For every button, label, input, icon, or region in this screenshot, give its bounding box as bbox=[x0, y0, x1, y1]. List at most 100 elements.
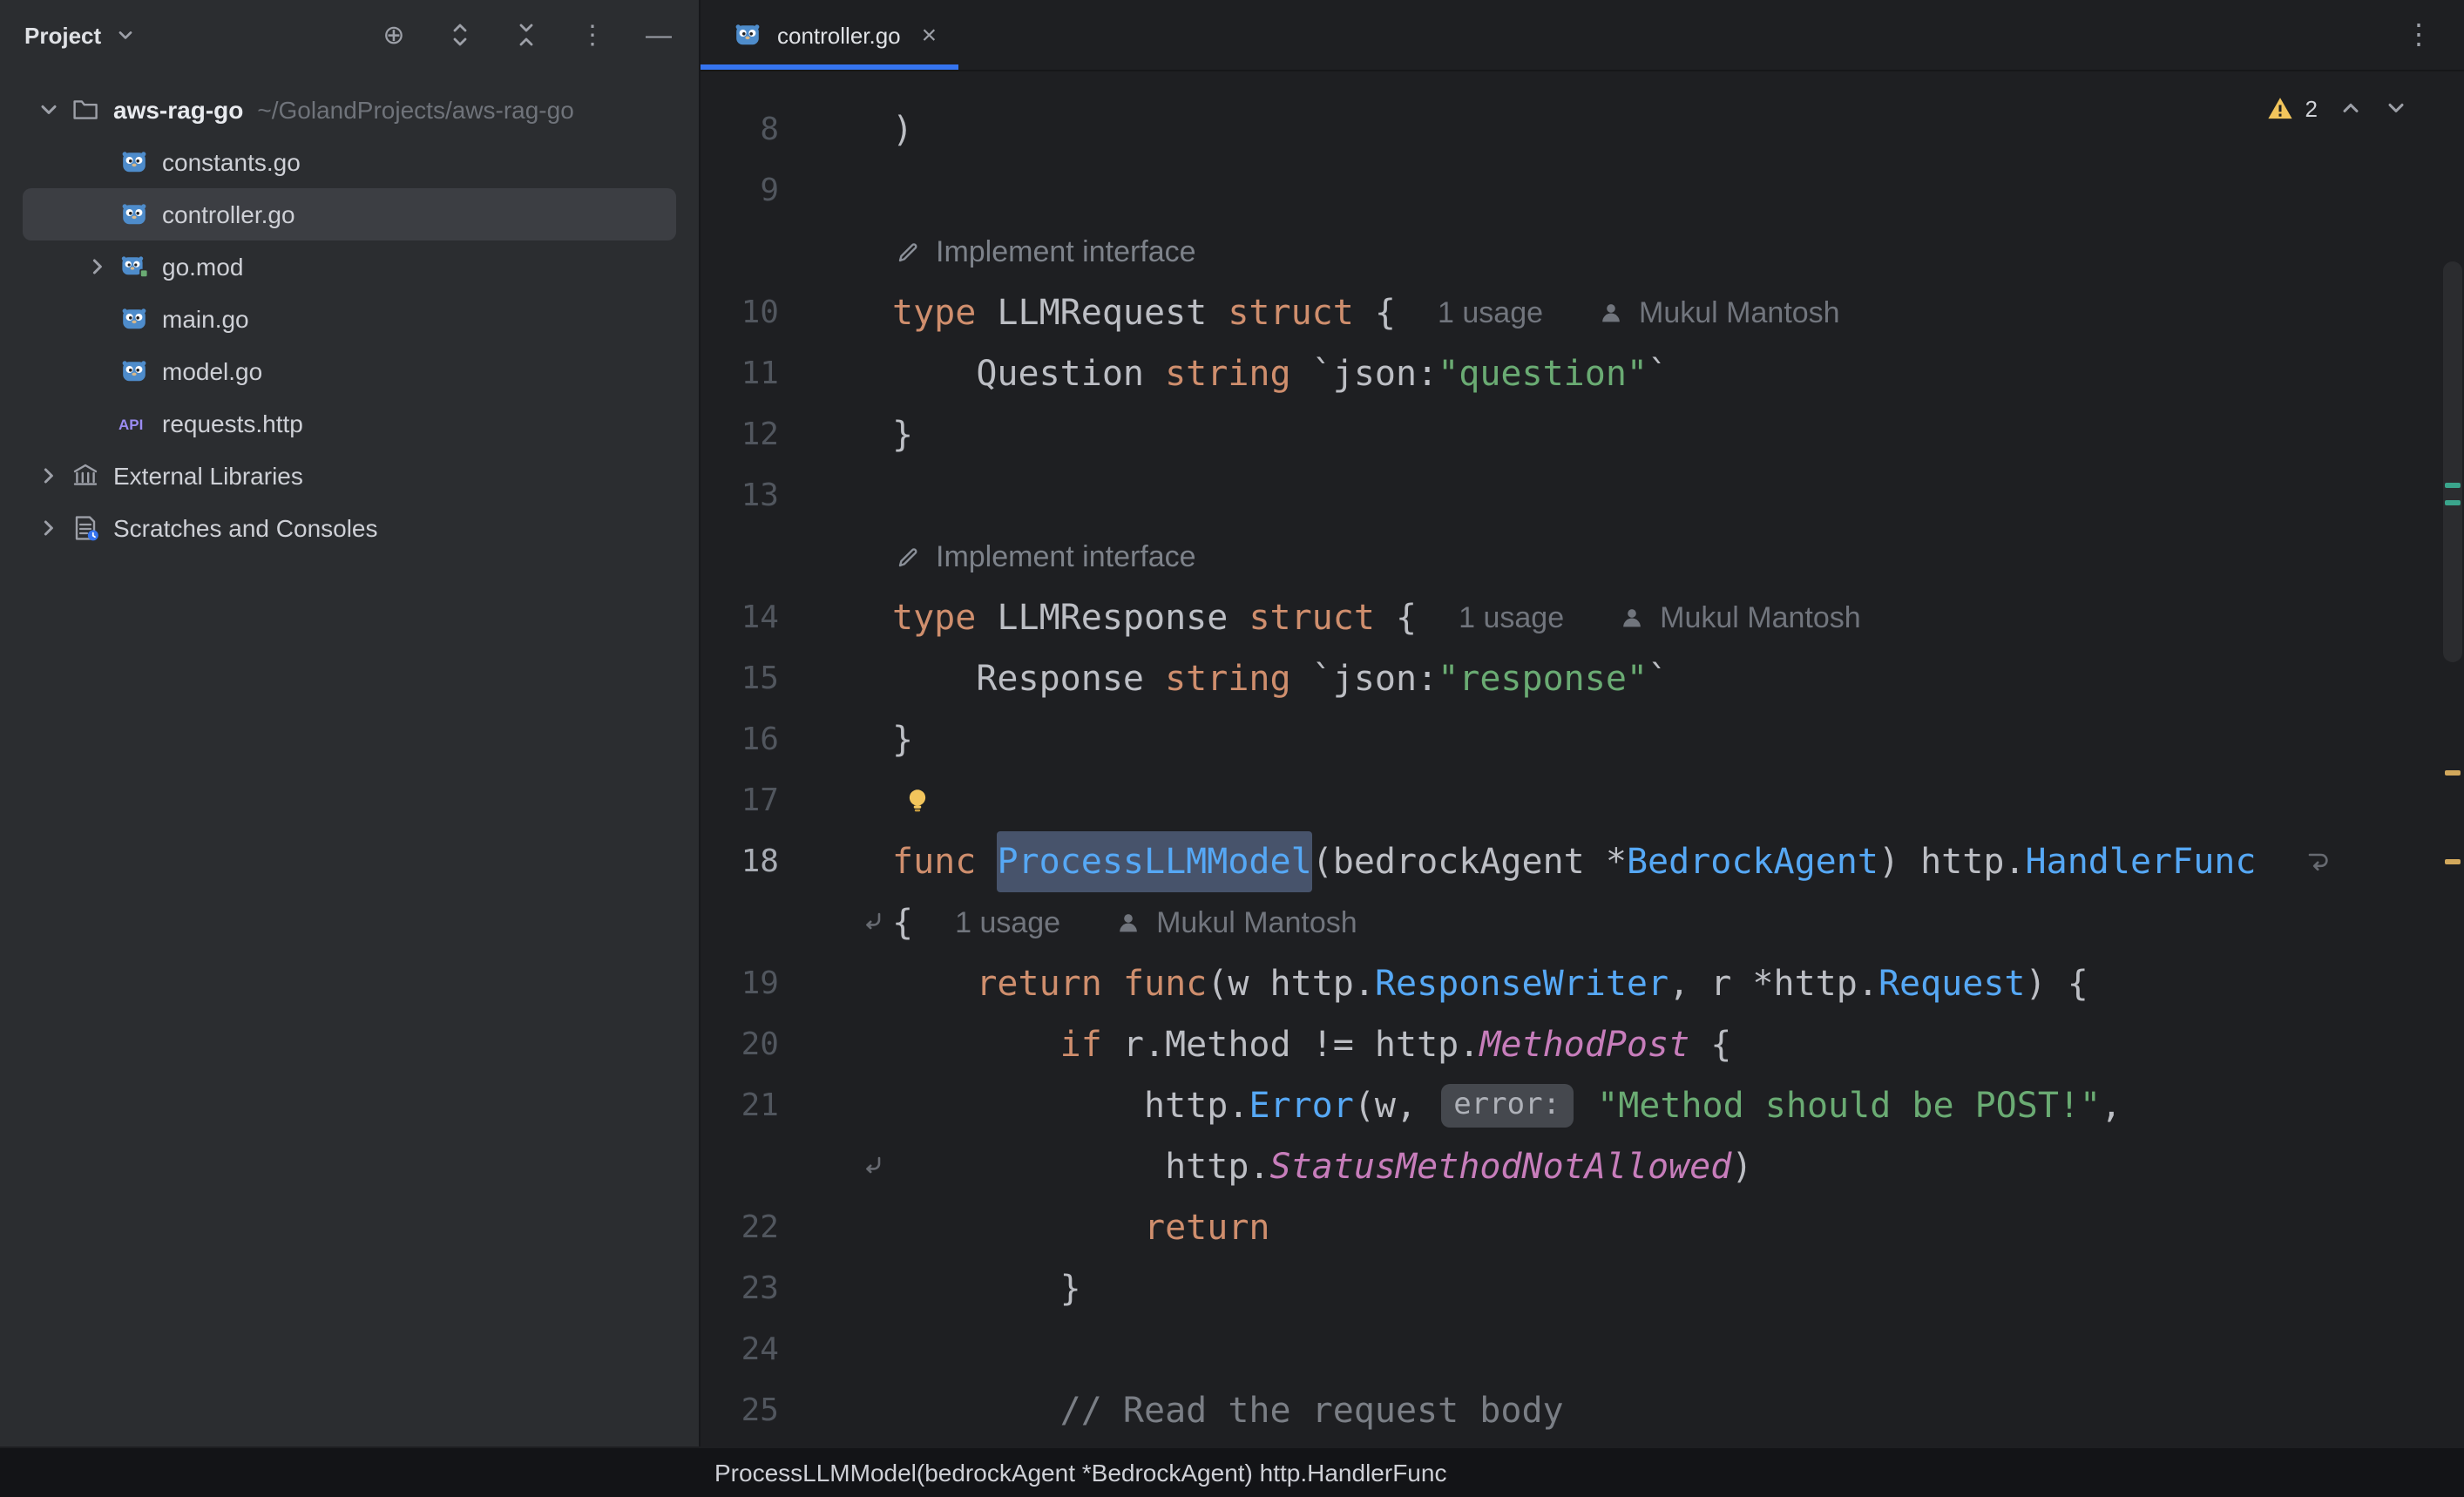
scrollbar-thumb[interactable] bbox=[2443, 261, 2462, 662]
editor-row: 17 bbox=[701, 770, 2464, 831]
line-number-22[interactable]: 22 bbox=[701, 1197, 779, 1258]
expand-all-icon[interactable] bbox=[444, 19, 476, 51]
code-line-9[interactable] bbox=[779, 160, 892, 221]
line-number-11[interactable]: 11 bbox=[701, 343, 779, 404]
code-token: ) bbox=[1731, 1136, 1752, 1197]
code-line-16[interactable]: } bbox=[779, 709, 913, 770]
code-line-14[interactable]: type LLMResponse struct {1 usageMukul Ma… bbox=[779, 587, 1861, 648]
code-line-12[interactable]: } bbox=[779, 404, 913, 465]
code-line-18[interactable]: func ProcessLLMModel(bedrockAgent *Bedro… bbox=[779, 831, 2331, 892]
next-problem-icon[interactable] bbox=[2384, 96, 2408, 120]
line-number-12[interactable]: 12 bbox=[701, 404, 779, 465]
chevron-right-icon[interactable] bbox=[30, 464, 68, 488]
line-number-10[interactable]: 10 bbox=[701, 282, 779, 343]
code-line-wrapped[interactable]: {1 usageMukul Mantosh bbox=[779, 892, 1357, 953]
code-line-15[interactable]: Response string `json:"response"` bbox=[779, 648, 1669, 709]
close-tab-icon[interactable]: × bbox=[922, 20, 938, 50]
editor-row: 22 return bbox=[701, 1197, 2464, 1258]
tab-controller-go[interactable]: controller.go × bbox=[701, 0, 958, 70]
line-number-13[interactable]: 13 bbox=[701, 465, 779, 526]
usages-inlay[interactable]: 1 usage bbox=[1459, 587, 1564, 648]
code-line-21[interactable]: http.Error(w, error: "Method should be P… bbox=[779, 1075, 2122, 1136]
line-number-8[interactable]: 8 bbox=[701, 99, 779, 160]
author-inlay[interactable]: Mukul Mantosh bbox=[1595, 282, 1840, 343]
editor-row: 13 bbox=[701, 465, 2464, 526]
editor-row: 12} bbox=[701, 404, 2464, 465]
implement-interface-hint[interactable]: Implement interface bbox=[892, 221, 1196, 282]
http-request-icon: API bbox=[117, 410, 152, 437]
code-line-25[interactable]: // Read the request body bbox=[779, 1380, 1564, 1441]
line-number-16[interactable]: 16 bbox=[701, 709, 779, 770]
go-file-icon bbox=[117, 357, 152, 385]
line-number-18[interactable]: 18 bbox=[701, 831, 779, 892]
intention-lightbulb-icon[interactable] bbox=[903, 786, 932, 816]
author-inlay[interactable]: Mukul Mantosh bbox=[1616, 587, 1861, 648]
ide-window: Project ⊕ ⋮ — aws-rag-go~ bbox=[0, 0, 2464, 1495]
tree-item-external-libraries[interactable]: External Libraries bbox=[23, 450, 676, 502]
code-vision-line[interactable]: Implement interface bbox=[779, 526, 1196, 587]
project-view-selector[interactable]: Project bbox=[24, 19, 141, 51]
code-token: { bbox=[1375, 587, 1417, 648]
chevron-down-icon[interactable] bbox=[30, 98, 68, 122]
code-line-24[interactable] bbox=[779, 1319, 892, 1380]
chevron-right-icon[interactable] bbox=[30, 516, 68, 540]
code-token bbox=[892, 1014, 1060, 1075]
hide-panel-icon[interactable]: — bbox=[643, 19, 674, 51]
code-line-20[interactable]: if r.Method != http.MethodPost { bbox=[779, 1014, 1731, 1075]
code-line-22[interactable]: return bbox=[779, 1197, 1270, 1258]
code-token: type bbox=[892, 282, 976, 343]
implement-interface-hint[interactable]: Implement interface bbox=[892, 526, 1196, 587]
line-number-9[interactable]: 9 bbox=[701, 160, 779, 221]
line-number-25[interactable]: 25 bbox=[701, 1380, 779, 1441]
tree-item-go-mod[interactable]: go.mod bbox=[23, 240, 676, 293]
chevron-right-icon[interactable] bbox=[78, 254, 117, 279]
previous-problem-icon[interactable] bbox=[2339, 96, 2363, 120]
line-number-14[interactable]: 14 bbox=[701, 587, 779, 648]
inspections-widget[interactable]: 2 bbox=[2265, 92, 2408, 124]
tree-item-aws-rag-go[interactable]: aws-rag-go~/GolandProjects/aws-rag-go bbox=[23, 84, 676, 136]
code-token: (w, bbox=[1354, 1075, 1438, 1136]
usages-inlay[interactable]: 1 usage bbox=[955, 892, 1060, 953]
vcs-change-stripe-mark bbox=[2445, 483, 2461, 488]
tree-item-main-go[interactable]: main.go bbox=[23, 293, 676, 345]
code-line-19[interactable]: return func(w http.ResponseWriter, r *ht… bbox=[779, 953, 2088, 1014]
editor-row: 16} bbox=[701, 709, 2464, 770]
editor-scrollbar[interactable] bbox=[2440, 71, 2464, 1446]
code-line-10[interactable]: type LLMRequest struct {1 usageMukul Man… bbox=[779, 282, 1840, 343]
go-file-icon bbox=[117, 200, 152, 228]
line-number-20[interactable]: 20 bbox=[701, 1014, 779, 1075]
soft-wrap-end-icon bbox=[2305, 849, 2331, 875]
more-options-icon[interactable]: ⋮ bbox=[577, 19, 608, 51]
line-number-24[interactable]: 24 bbox=[701, 1319, 779, 1380]
tree-item-scratches-and-consoles[interactable]: Scratches and Consoles bbox=[23, 502, 676, 554]
author-inlay[interactable]: Mukul Mantosh bbox=[1113, 892, 1357, 953]
code-line-17[interactable] bbox=[779, 770, 932, 831]
tree-item-label: constants.go bbox=[162, 148, 301, 176]
code-vision-line[interactable]: Implement interface bbox=[779, 221, 1196, 282]
code-line-11[interactable]: Question string `json:"question"` bbox=[779, 343, 1669, 404]
collapse-all-icon[interactable] bbox=[511, 19, 542, 51]
tree-item-requests-http[interactable]: API requests.http bbox=[23, 397, 676, 450]
gutter-blank bbox=[701, 526, 779, 587]
line-number-15[interactable]: 15 bbox=[701, 648, 779, 709]
tree-item-model-go[interactable]: model.go bbox=[23, 345, 676, 397]
tree-item-controller-go[interactable]: controller.go bbox=[23, 188, 676, 240]
line-number-21[interactable]: 21 bbox=[701, 1075, 779, 1136]
code-line-13[interactable] bbox=[779, 465, 892, 526]
tree-item-label: requests.http bbox=[162, 410, 303, 437]
code-editor[interactable]: 8)9Implement interface10type LLMRequest … bbox=[701, 71, 2464, 1446]
usages-inlay[interactable]: 1 usage bbox=[1438, 282, 1543, 343]
editor-options-icon[interactable]: ⋮ bbox=[2405, 17, 2464, 52]
line-number-19[interactable]: 19 bbox=[701, 953, 779, 1014]
locate-file-icon[interactable]: ⊕ bbox=[378, 19, 410, 51]
line-number-23[interactable]: 23 bbox=[701, 1258, 779, 1319]
external-libraries-icon bbox=[68, 462, 103, 490]
scratches-icon bbox=[68, 514, 103, 542]
tree-item-constants-go[interactable]: constants.go bbox=[23, 136, 676, 188]
code-line-23[interactable]: } bbox=[779, 1258, 1081, 1319]
editor-row: 9 bbox=[701, 160, 2464, 221]
line-number-17[interactable]: 17 bbox=[701, 770, 779, 831]
code-line-8[interactable]: ) bbox=[779, 99, 913, 160]
code-token: type bbox=[892, 587, 976, 648]
code-line-wrapped[interactable]: http.StatusMethodNotAllowed) bbox=[779, 1136, 1752, 1197]
